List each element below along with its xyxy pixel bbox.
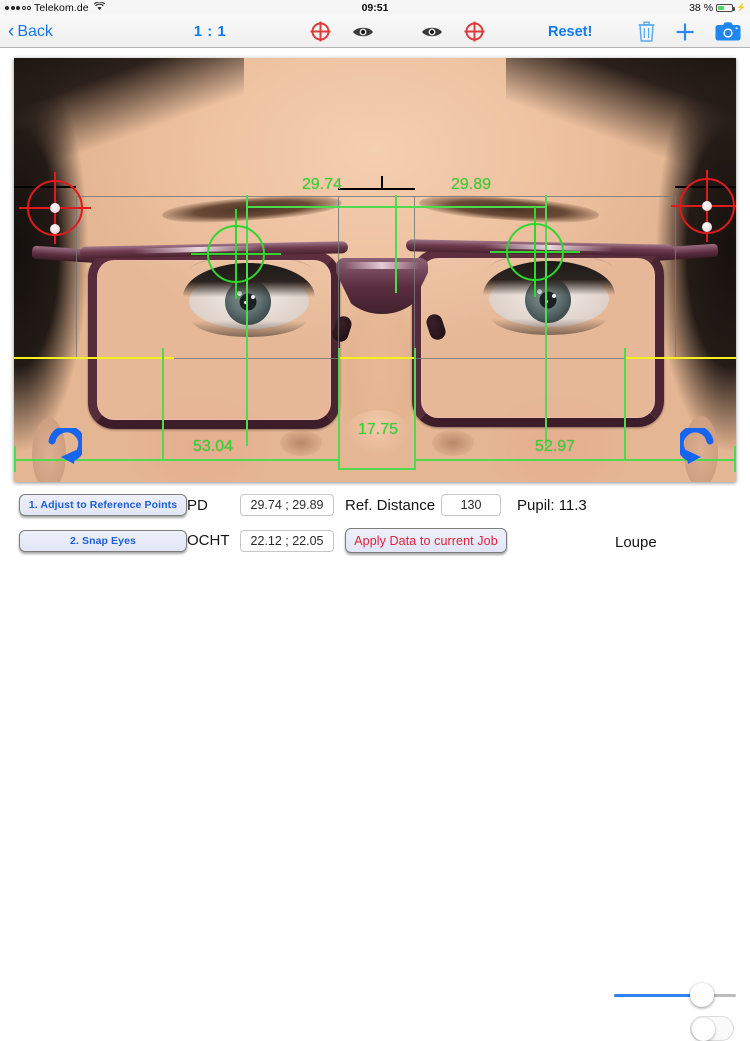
ref-distance-field[interactable]: 130: [441, 494, 501, 516]
rotate-clockwise-icon[interactable]: [36, 425, 86, 477]
battery-icon: [716, 3, 736, 12]
status-bar: Telekom.de 09:51 38 % ⚡: [0, 0, 750, 15]
rotate-counterclockwise-icon[interactable]: [676, 425, 726, 477]
measurement-photo-canvas[interactable]: 29.74 29.89 53.04 52.97 17.75: [14, 58, 736, 482]
crosshair-target-icon-right[interactable]: [464, 21, 485, 42]
slider-knob[interactable]: [690, 983, 714, 1007]
loupe-label: Loupe: [615, 534, 657, 551]
eye-icon-right[interactable]: [421, 25, 443, 39]
ocht-value-field[interactable]: 22.12 ; 22.05: [240, 530, 334, 552]
pd-label: PD: [187, 497, 208, 514]
pd-value-field[interactable]: 29.74 ; 29.89: [240, 494, 334, 516]
status-bar-right: 38 % ⚡: [689, 2, 746, 14]
eye-icon-left[interactable]: [352, 25, 374, 39]
slider-fill: [614, 994, 698, 997]
zoom-slider[interactable]: [614, 983, 736, 1007]
control-panel: 1. Adjust to Reference Points 2. Snap Ey…: [0, 486, 750, 1041]
apply-data-button[interactable]: Apply Data to current Job: [345, 528, 507, 553]
marker-tool-group: [310, 15, 485, 48]
lightning-bolt-icon: ⚡: [736, 3, 746, 12]
plus-icon[interactable]: [675, 22, 695, 42]
crosshair-target-icon-left[interactable]: [310, 21, 331, 42]
adjust-reference-points-button[interactable]: 1. Adjust to Reference Points: [19, 494, 187, 516]
nav-action-group: [638, 15, 741, 48]
navigation-bar: ‹ Back 1 : 1 Reset!: [0, 15, 750, 48]
pupil-size-label: Pupil: 11.3: [517, 497, 587, 514]
loupe-toggle-knob: [692, 1018, 715, 1041]
reset-button[interactable]: Reset!: [548, 15, 592, 48]
portrait-photo: [14, 58, 736, 482]
snap-eyes-button[interactable]: 2. Snap Eyes: [19, 530, 187, 552]
status-bar-clock: 09:51: [361, 1, 389, 14]
loupe-toggle[interactable]: [690, 1016, 734, 1041]
trash-icon[interactable]: [638, 21, 655, 42]
ref-distance-label: Ref. Distance: [345, 497, 436, 514]
ocht-label: OCHT: [187, 532, 230, 549]
app-root: Telekom.de 09:51 38 % ⚡ ‹ Back 1 : 1 Res…: [0, 0, 750, 1041]
battery-percent-label: 38 %: [689, 1, 714, 14]
camera-icon[interactable]: [715, 22, 741, 41]
